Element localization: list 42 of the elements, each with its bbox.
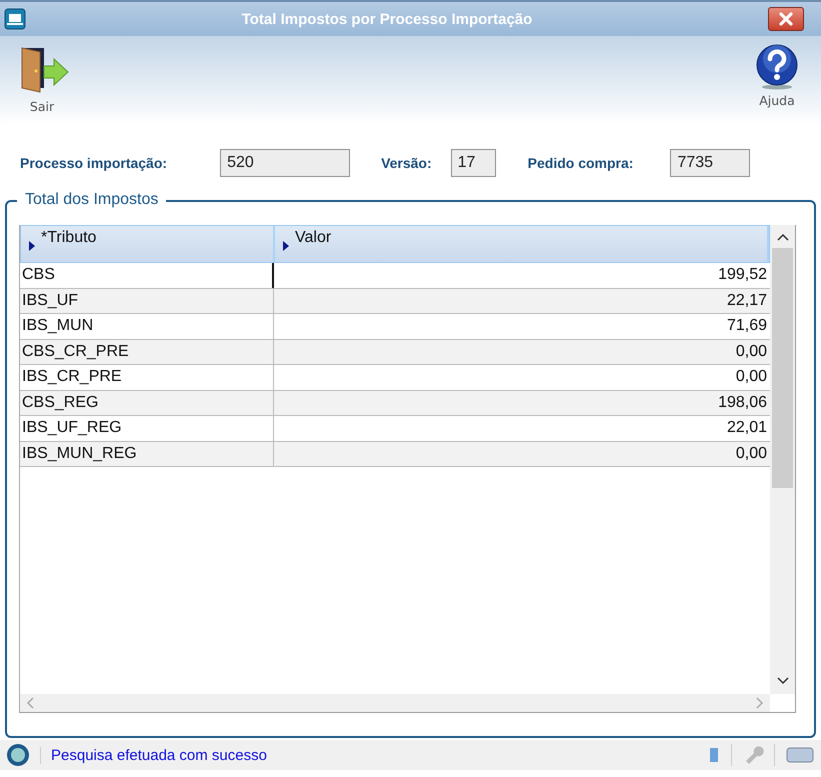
table-cell: IBS_MUN_REG (20, 442, 274, 466)
scroll-left-icon[interactable] (26, 697, 34, 709)
horizontal-scrollbar[interactable] (20, 694, 770, 712)
text-field[interactable]: 520 (220, 149, 350, 177)
group-title: Total dos Impostos (17, 191, 166, 209)
status-icon (6, 743, 30, 767)
table-cell: CBS_CR_PRE (20, 340, 274, 364)
status-message: Pesquisa efetuada com sucesso (40, 746, 697, 764)
scroll-down-icon[interactable] (776, 677, 788, 685)
field-label: Processo importação: (20, 155, 168, 171)
scroll-up-icon[interactable] (776, 233, 788, 241)
help-icon (755, 44, 799, 90)
table-cell: CBS_REG (20, 390, 274, 415)
app-icon (4, 8, 26, 30)
document-icon[interactable] (707, 746, 721, 764)
exit-button[interactable]: Sair (14, 44, 70, 114)
table-cell-text: 0,00 (734, 444, 768, 464)
table-cell-text: 0,00 (734, 367, 768, 387)
sort-icon (283, 241, 289, 251)
vertical-scrollbar[interactable] (770, 225, 795, 694)
window-title: Total Impostos por Processo Importação (240, 10, 534, 28)
table-cell: IBS_MUN (20, 314, 274, 338)
table-cell-text: 198,06 (717, 392, 768, 412)
close-button[interactable] (768, 7, 804, 31)
table-cell: IBS_UF (20, 288, 274, 313)
table-cell-text: 22,17 (726, 290, 768, 310)
table-cell-text: 0,00 (734, 342, 768, 362)
field-label: Pedido compra: (528, 155, 634, 171)
text-field[interactable]: 7735 (670, 149, 750, 177)
text-field[interactable]: 17 (450, 149, 496, 177)
field-label: Versão: (381, 155, 432, 171)
help-button[interactable]: Ajuda (755, 44, 799, 108)
sort-icon (29, 241, 35, 251)
table-cell: IBS_CR_PRE (20, 365, 274, 390)
column-header[interactable]: *Tributo (21, 226, 275, 262)
close-icon (778, 12, 794, 26)
panel-icon[interactable] (785, 745, 815, 765)
table-cell-text: 199,52 (717, 265, 768, 285)
table-cell: IBS_UF_REG (20, 416, 274, 440)
table-cell-text: 71,69 (726, 316, 768, 336)
table-cell-text: 22,01 (726, 418, 768, 438)
scroll-right-icon[interactable] (756, 697, 764, 709)
